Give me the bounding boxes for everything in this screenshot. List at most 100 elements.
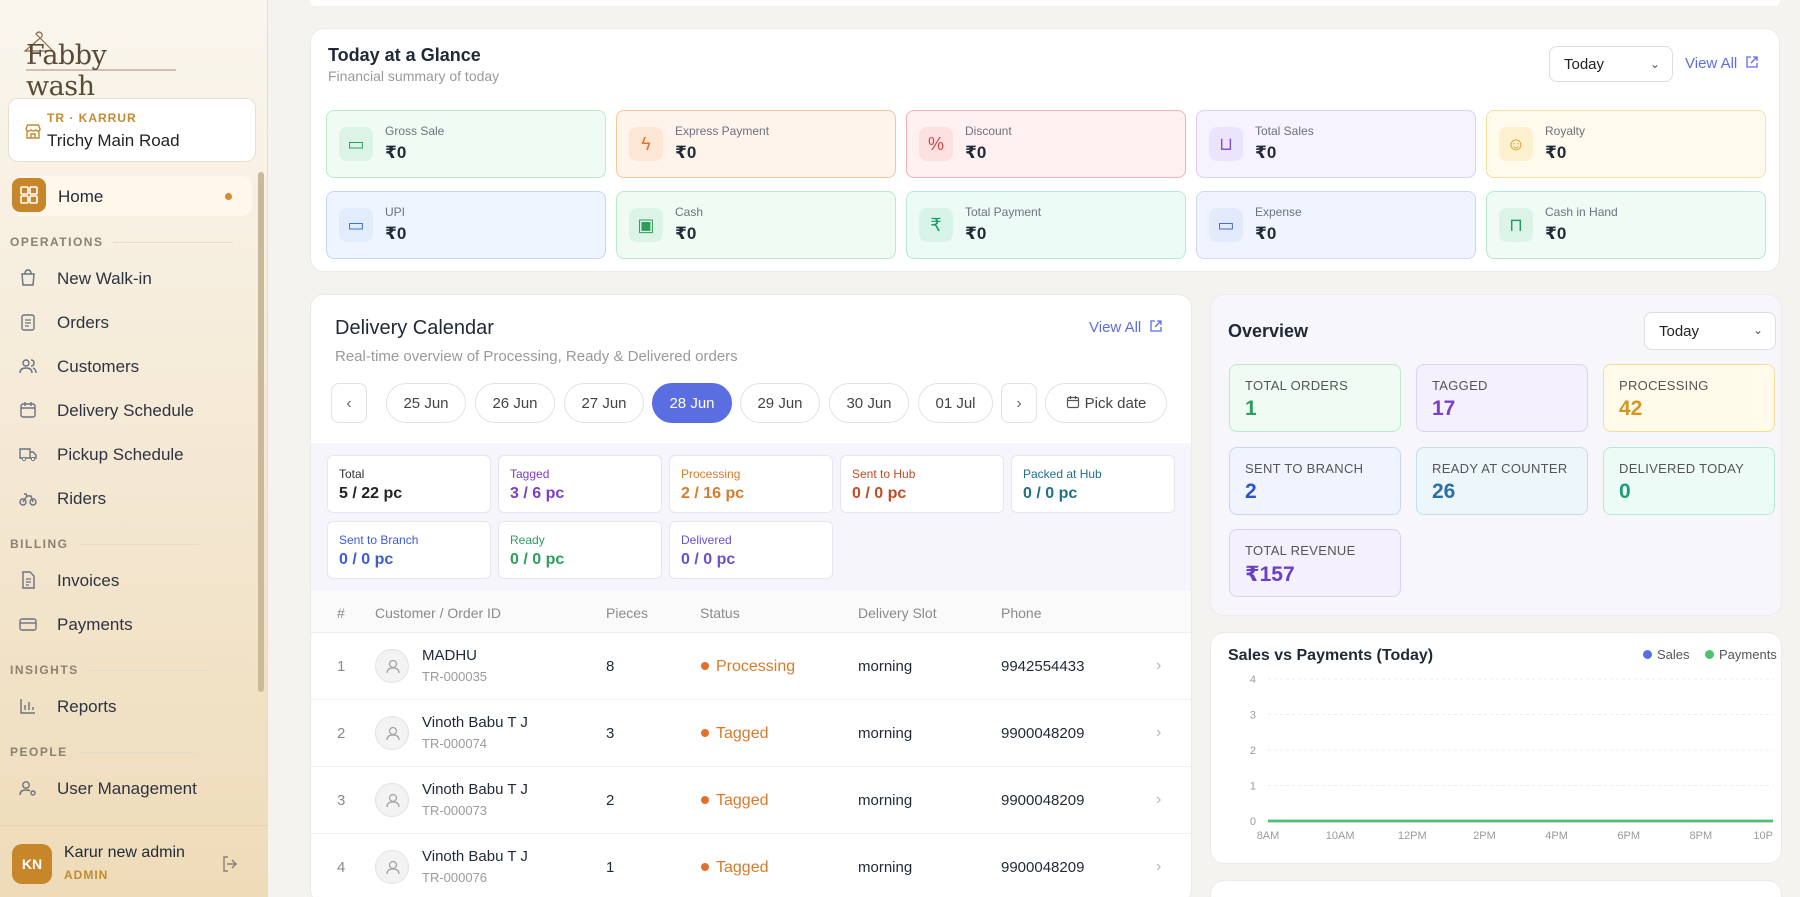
stat-processing[interactable]: Processing 2 / 16 pc bbox=[669, 455, 833, 513]
date-button[interactable]: 26 Jun bbox=[475, 383, 555, 423]
stat-label: Delivered bbox=[681, 533, 732, 547]
tile-label: Cash in Hand bbox=[1545, 205, 1618, 219]
nav-item-payments[interactable]: Payments bbox=[18, 608, 248, 640]
tile-total-payment[interactable]: ₹ Total Payment ₹0 bbox=[906, 191, 1186, 259]
date-button[interactable]: 29 Jun bbox=[740, 383, 820, 423]
overview-delivered-today[interactable]: DELIVERED TODAY 0 bbox=[1603, 447, 1775, 515]
nav-item-user-management[interactable]: User Management bbox=[18, 772, 248, 804]
next-card-edge bbox=[1210, 880, 1782, 897]
glance-view-all-link[interactable]: View All bbox=[1685, 55, 1759, 72]
pieces: 1 bbox=[606, 859, 615, 876]
nav-item-home[interactable]: Home bbox=[12, 176, 252, 216]
overview-ready-at-counter[interactable]: READY AT COUNTER 26 bbox=[1416, 447, 1588, 515]
prev-date-button[interactable]: ‹ bbox=[331, 383, 367, 423]
logout-icon[interactable] bbox=[220, 854, 240, 874]
chevron-right-icon[interactable]: › bbox=[1156, 724, 1161, 742]
phone: 9900048209 bbox=[1001, 792, 1085, 809]
calendar-view-all-link[interactable]: View All bbox=[1089, 319, 1163, 336]
nav-item-delivery-schedule[interactable]: Delivery Schedule bbox=[18, 394, 248, 426]
user-icon bbox=[375, 850, 409, 884]
overview-total-revenue[interactable]: TOTAL REVENUE ₹157 bbox=[1229, 529, 1401, 597]
tile-label: TOTAL ORDERS bbox=[1245, 378, 1349, 393]
tile-total-sales[interactable]: ⊔ Total Sales ₹0 bbox=[1196, 110, 1476, 178]
pick-date-button[interactable]: Pick date bbox=[1045, 383, 1167, 423]
tile-label: Royalty bbox=[1545, 124, 1586, 138]
brand-logo[interactable]: Fabby wash bbox=[20, 28, 180, 102]
x-tick-label: 4PM bbox=[1545, 830, 1568, 842]
table-row[interactable]: 4 Vinoth Babu T J TR-000076 1 Tagged mor… bbox=[311, 834, 1191, 897]
nav-label: Pickup Schedule bbox=[57, 445, 184, 464]
date-button[interactable]: 30 Jun bbox=[829, 383, 909, 423]
tile-cash[interactable]: ▣ Cash ₹0 bbox=[616, 191, 896, 259]
nav-item-pickup-schedule[interactable]: Pickup Schedule bbox=[18, 438, 248, 470]
date-button[interactable]: 27 Jun bbox=[564, 383, 644, 423]
nav-item-reports[interactable]: Reports bbox=[18, 690, 248, 722]
stat-delivered[interactable]: Delivered 0 / 0 pc bbox=[669, 521, 833, 579]
stat-packed-at-hub[interactable]: Packed at Hub 0 / 0 pc bbox=[1011, 455, 1175, 513]
line-chart: 0 1 2 3 4 8AM 10AM 12PM 2PM 4PM 6PM 8PM 10P bbox=[1250, 674, 1773, 842]
stat-sent-to-branch[interactable]: Sent to Branch 0 / 0 pc bbox=[327, 521, 491, 579]
card-icon: ▭ bbox=[1209, 208, 1243, 242]
nav-item-invoices[interactable]: Invoices bbox=[18, 564, 248, 596]
tile-label: TOTAL REVENUE bbox=[1245, 543, 1356, 558]
stat-ready[interactable]: Ready 0 / 0 pc bbox=[498, 521, 662, 579]
tile-discount[interactable]: % Discount ₹0 bbox=[906, 110, 1186, 178]
tile-value: ₹0 bbox=[1545, 224, 1567, 243]
branch-code: TR · KARRUR bbox=[47, 111, 137, 125]
overview-card: Overview Today ⌄ TOTAL ORDERS 1 TAGGED 17… bbox=[1210, 294, 1782, 616]
nav-item-riders[interactable]: Riders bbox=[18, 482, 248, 514]
overview-processing[interactable]: PROCESSING 42 bbox=[1603, 364, 1775, 432]
stat-sent-to-hub[interactable]: Sent to Hub 0 / 0 pc bbox=[840, 455, 1004, 513]
section-billing: BILLING bbox=[10, 537, 197, 551]
nav-item-customers[interactable]: Customers bbox=[18, 350, 248, 382]
tile-value: ₹0 bbox=[385, 143, 407, 162]
tile-label: Total Sales bbox=[1255, 124, 1314, 138]
overview-period-select[interactable]: Today ⌄ bbox=[1644, 312, 1776, 350]
sidebar: Fabby wash TR · KARRUR Trichy Main Road … bbox=[0, 0, 268, 897]
sidebar-scrollbar[interactable] bbox=[258, 172, 264, 692]
table-row[interactable]: 3 Vinoth Babu T J TR-000073 2 Tagged mor… bbox=[311, 767, 1191, 834]
stat-tagged[interactable]: Tagged 3 / 6 pc bbox=[498, 455, 662, 513]
column-header: Customer / Order ID bbox=[375, 605, 502, 621]
tile-value: ₹0 bbox=[965, 224, 987, 243]
logo-text: Fabby wash bbox=[26, 40, 107, 102]
stat-value: 0 / 0 pc bbox=[510, 551, 565, 568]
tile-expense[interactable]: ▭ Expense ₹0 bbox=[1196, 191, 1476, 259]
phone: 9942554433 bbox=[1001, 658, 1085, 675]
phone: 9900048209 bbox=[1001, 725, 1085, 742]
tile-cash-in-hand[interactable]: ⊓ Cash in Hand ₹0 bbox=[1486, 191, 1766, 259]
table-row[interactable]: 1 MADHU TR-000035 8 Processing morning 9… bbox=[311, 633, 1191, 700]
chevron-right-icon[interactable]: › bbox=[1156, 791, 1161, 809]
x-tick-label: 12PM bbox=[1398, 830, 1427, 842]
stat-value: 0 / 0 pc bbox=[1023, 485, 1078, 502]
nav-item-new-walk-in[interactable]: New Walk-in bbox=[18, 262, 248, 294]
delivery-calendar-card: Delivery Calendar Real-time overview of … bbox=[310, 294, 1192, 897]
overview-total-orders[interactable]: TOTAL ORDERS 1 bbox=[1229, 364, 1401, 432]
branch-selector[interactable]: TR · KARRUR Trichy Main Road bbox=[8, 98, 256, 162]
table-row[interactable]: 2 Vinoth Babu T J TR-000074 3 Tagged mor… bbox=[311, 700, 1191, 767]
stat-label: Tagged bbox=[510, 467, 550, 481]
tile-upi[interactable]: ▭ UPI ₹0 bbox=[326, 191, 606, 259]
avatar[interactable]: KN bbox=[12, 844, 52, 884]
next-date-button[interactable]: › bbox=[1001, 383, 1037, 423]
customer-name: MADHU bbox=[422, 647, 477, 664]
tile-gross-sale[interactable]: ▭ Gross Sale ₹0 bbox=[326, 110, 606, 178]
overview-tagged[interactable]: TAGGED 17 bbox=[1416, 364, 1588, 432]
stat-label: Total bbox=[339, 467, 365, 481]
stat-total[interactable]: Total 5 / 22 pc bbox=[327, 455, 491, 513]
tile-express-payment[interactable]: ϟ Express Payment ₹0 bbox=[616, 110, 896, 178]
date-button[interactable]: 25 Jun bbox=[386, 383, 466, 423]
y-tick-label: 0 bbox=[1250, 816, 1256, 828]
tile-label: DELIVERED TODAY bbox=[1619, 461, 1745, 476]
column-header: Delivery Slot bbox=[858, 605, 937, 621]
glance-period-select[interactable]: Today ⌄ bbox=[1549, 46, 1673, 82]
chevron-right-icon[interactable]: › bbox=[1156, 657, 1161, 675]
overview-sent-to-branch[interactable]: SENT TO BRANCH 2 bbox=[1229, 447, 1401, 515]
tile-royalty[interactable]: ☺ Royalty ₹0 bbox=[1486, 110, 1766, 178]
date-button[interactable]: 01 Jul bbox=[918, 383, 993, 423]
date-button-active[interactable]: 28 Jun bbox=[652, 383, 732, 423]
nav-label: Orders bbox=[57, 313, 109, 332]
nav-item-orders[interactable]: Orders bbox=[18, 306, 248, 338]
stat-label: Sent to Hub bbox=[852, 467, 916, 481]
chevron-right-icon[interactable]: › bbox=[1156, 858, 1161, 876]
